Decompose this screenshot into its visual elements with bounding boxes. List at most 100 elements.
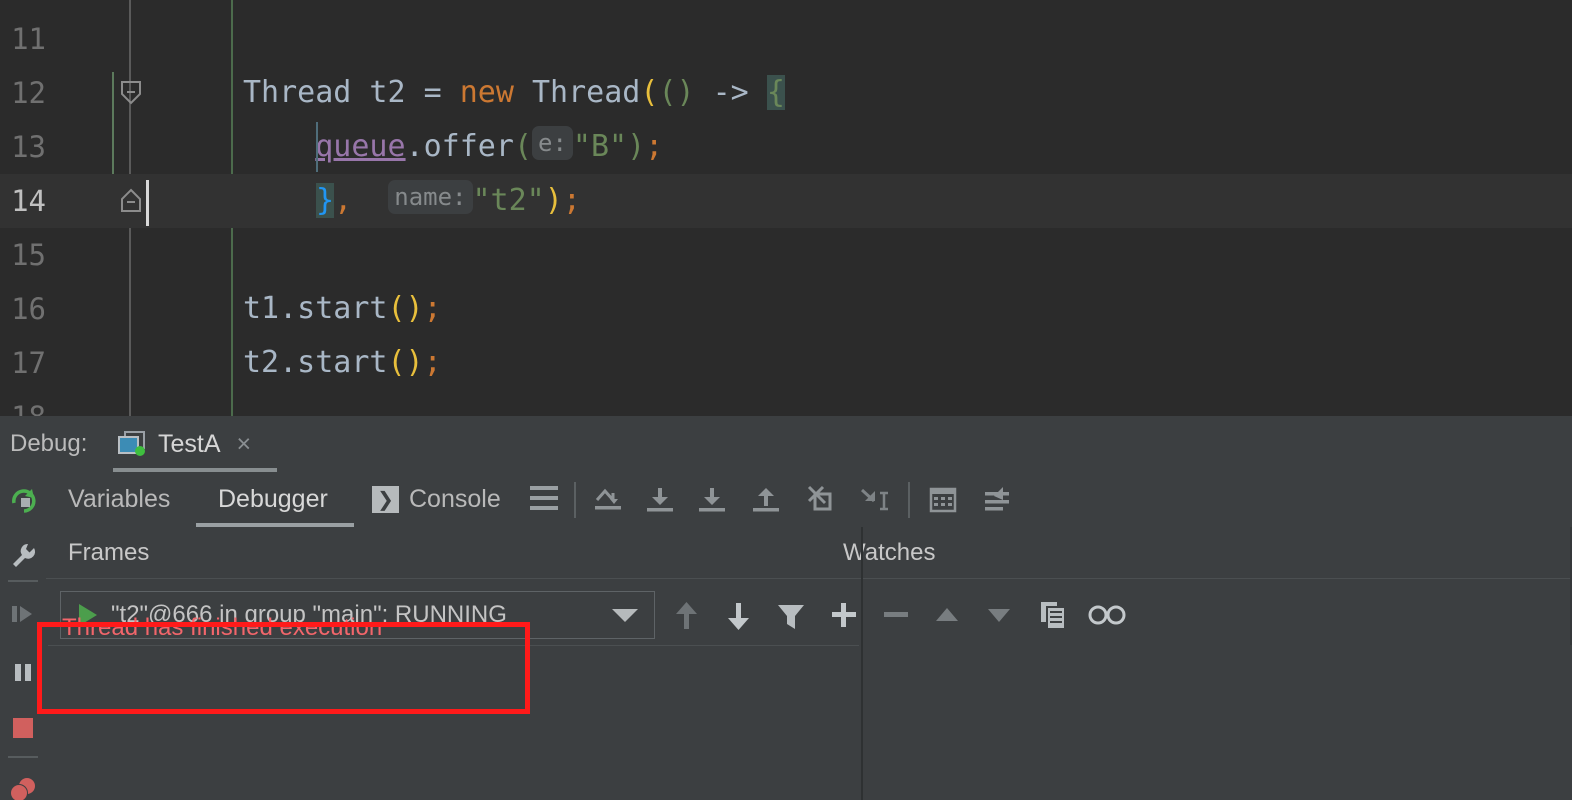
duplicate-watch-button[interactable] [1030, 592, 1076, 638]
remove-watch-button[interactable] [873, 592, 919, 638]
triangle-up-icon [936, 608, 958, 621]
stop-button[interactable] [0, 700, 46, 756]
move-watch-up-button[interactable] [924, 592, 970, 638]
add-watch-button[interactable] [821, 592, 867, 638]
debug-session-tab[interactable]: TestA × [118, 416, 251, 472]
code-token-lambda-parens: () [658, 75, 695, 110]
line-number: 15 [11, 238, 46, 272]
layout-menu-icon[interactable] [530, 486, 558, 512]
fold-marker-expanded-icon[interactable] [118, 80, 144, 106]
code-editor[interactable]: 11 12 Thread t2 = new Thread(() -> { 13 … [0, 0, 1572, 416]
code-line-current[interactable]: 14 }, name: "t2"); [0, 174, 1572, 228]
triangle-down-icon [988, 609, 1010, 622]
tab-debugger[interactable]: Debugger [218, 472, 328, 527]
evaluate-expression-icon [929, 487, 957, 513]
indent-guide [316, 122, 318, 172]
tab-console[interactable]: ❯ Console [372, 472, 501, 527]
evaluate-expression-button[interactable] [922, 480, 966, 520]
tab-variables[interactable]: Variables [68, 472, 170, 527]
chevron-down-icon[interactable] [612, 608, 638, 622]
parameter-hint-chip: e: [532, 126, 573, 160]
glasses-icon [1088, 605, 1126, 625]
frames-list[interactable] [48, 645, 859, 800]
code-token-close-brace: } [316, 183, 335, 218]
code-lines: 11 12 Thread t2 = new Thread(() -> { 13 … [0, 0, 1572, 416]
code-token-paren: ) [627, 129, 646, 164]
code-token-semicolon: ; [562, 183, 581, 218]
pause-button[interactable] [0, 644, 46, 700]
resume-button[interactable] [0, 586, 46, 642]
resume-program-icon [12, 606, 32, 622]
minus-icon [884, 612, 908, 617]
code-token-semicolon: ; [645, 129, 664, 164]
debug-window-header: Debug: TestA × [0, 416, 1572, 472]
toolbar-separator [8, 580, 38, 582]
watches-list[interactable] [863, 645, 1572, 800]
active-tab-underline [196, 523, 354, 527]
panel-header-divider [46, 578, 861, 579]
debugger-tabs-row: Variables Debugger ❯ Console [46, 472, 1572, 527]
code-token-call: t2.start [243, 345, 388, 380]
debug-session-name: TestA [158, 429, 221, 458]
code-token-semicolon: ; [423, 345, 442, 380]
run-to-cursor-button[interactable] [854, 480, 898, 520]
rerun-button[interactable] [0, 472, 46, 528]
plus-icon [832, 603, 856, 627]
frames-up-button[interactable] [666, 596, 708, 636]
frames-filter-button[interactable] [770, 596, 812, 636]
filter-icon [778, 605, 804, 629]
parameter-hint-chip: name: [388, 180, 473, 214]
view-breakpoints-button[interactable] [0, 762, 46, 800]
code-line[interactable]: 12 Thread t2 = new Thread(() -> { [0, 66, 1572, 120]
code-token-method: .offer [405, 129, 514, 164]
run-configuration-icon [118, 431, 146, 457]
code-token-call: t1.start [243, 291, 388, 326]
code-token-comma: , [334, 183, 353, 218]
code-token-string: "t2" [472, 183, 545, 218]
drop-frame-icon [807, 485, 832, 511]
line-number: 11 [11, 22, 46, 56]
frames-status-message: Thread has finished execution [62, 614, 383, 641]
debugger-settings-icon [985, 487, 1009, 511]
code-line[interactable]: 13 queue.offer(e: "B"); [0, 120, 1572, 174]
code-token-class: Thread [513, 75, 641, 110]
intellij-debug-screen: 11 12 Thread t2 = new Thread(() -> { 13 … [0, 0, 1572, 800]
close-icon[interactable]: × [237, 431, 252, 457]
settings-button[interactable] [0, 528, 46, 584]
move-watch-down-button[interactable] [976, 592, 1022, 638]
tab-variables-label: Variables [68, 485, 171, 513]
force-step-into-button[interactable] [692, 480, 736, 520]
code-token-field: queue [315, 129, 406, 164]
code-token-var: t2 [351, 75, 424, 110]
code-line[interactable]: 11 [0, 12, 1572, 66]
code-token-keyword-new: new [459, 75, 514, 110]
debug-actions-toolbar [0, 472, 47, 800]
code-token-open-brace: { [766, 75, 785, 110]
code-line[interactable]: 15 [0, 228, 1572, 282]
code-token-paren: () [387, 291, 424, 326]
step-out-button[interactable] [746, 480, 790, 520]
code-line[interactable]: 17 t2.start(); [0, 336, 1572, 390]
debug-tool-window: Debug: TestA × Variables Debugger ❯ Cons… [0, 416, 1572, 800]
frames-down-button[interactable] [718, 596, 760, 636]
code-token-semicolon: ; [423, 291, 442, 326]
fold-marker-collapse-icon[interactable] [118, 188, 144, 214]
code-line[interactable]: 18 [0, 390, 1572, 416]
code-line[interactable]: 16 t1.start(); [0, 282, 1572, 336]
debugger-settings-button[interactable] [976, 480, 1020, 520]
rerun-icon [12, 489, 36, 513]
run-to-cursor-icon [860, 488, 888, 511]
wrench-icon [13, 543, 36, 567]
text-caret [146, 180, 149, 226]
line-number: 18 [0, 390, 46, 416]
step-over-button[interactable] [588, 480, 632, 520]
code-token-paren: ( [513, 129, 532, 164]
inspect-watch-button[interactable] [1084, 592, 1130, 638]
line-number: 16 [11, 292, 46, 326]
drop-frame-button[interactable] [798, 480, 842, 520]
code-token-paren: ( [640, 75, 659, 110]
code-token-type: Thread [243, 75, 352, 110]
step-into-button[interactable] [640, 480, 684, 520]
code-token-string: "B" [572, 129, 628, 164]
toolbar-separator [574, 482, 576, 518]
